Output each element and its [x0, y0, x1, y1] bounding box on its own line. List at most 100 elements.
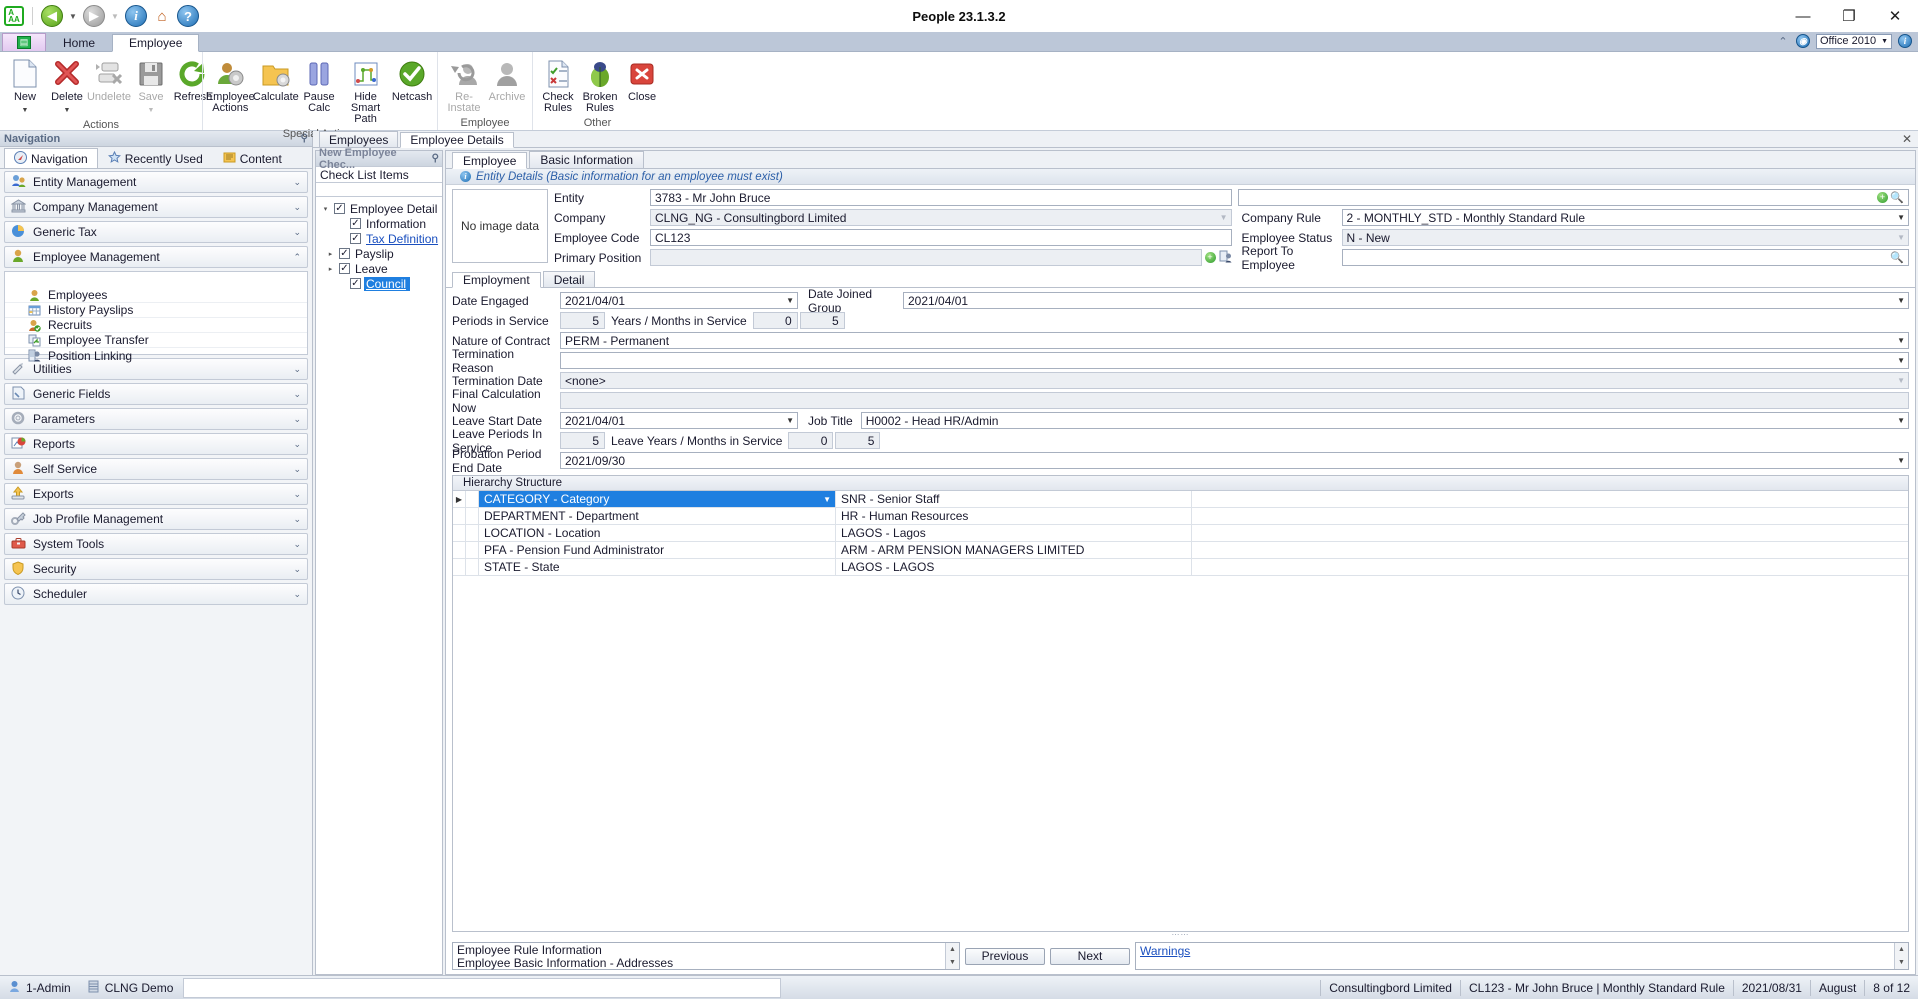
add-entity-icon[interactable]: +: [1877, 192, 1888, 203]
chevron-down-icon[interactable]: ⌄: [293, 414, 301, 425]
scroll-up-icon[interactable]: ▲: [1895, 943, 1908, 956]
checkbox[interactable]: ✓: [350, 278, 361, 289]
sidebar-item-self-service[interactable]: Self Service ⌄: [4, 458, 308, 480]
next-button[interactable]: Next: [1050, 947, 1130, 965]
chevron-down-icon[interactable]: ⌄: [293, 514, 301, 525]
scroll-down-icon[interactable]: ▼: [946, 956, 959, 969]
expander-icon[interactable]: ▾: [320, 205, 331, 213]
chevron-down-icon[interactable]: ⌄: [293, 227, 301, 238]
sidebar-item-employee-management[interactable]: Employee Management ⌃: [4, 246, 308, 268]
hide-smart-path-button[interactable]: Hide Smart Path: [340, 56, 391, 127]
date-joined-group-input[interactable]: 2021/04/01 ▼: [903, 292, 1909, 309]
doc-tab-employees[interactable]: Employees: [319, 131, 399, 147]
tab-recently-used[interactable]: Recently Used: [98, 148, 213, 168]
chevron-down-icon[interactable]: ⌄: [293, 539, 301, 550]
help-button[interactable]: ?: [177, 5, 199, 27]
sidebar-item-company-management[interactable]: Company Management ⌄: [4, 196, 308, 218]
chevron-down-icon[interactable]: ⌄: [293, 364, 301, 375]
chevron-down-icon[interactable]: ⌄: [293, 589, 301, 600]
ribbon-help-icon[interactable]: i: [1898, 34, 1912, 48]
close-icon[interactable]: ✕: [1902, 132, 1912, 146]
new-button[interactable]: New ▼: [4, 56, 46, 118]
form-tab-employee[interactable]: Employee: [452, 152, 528, 169]
broken-rules-button[interactable]: Broken Rules: [579, 56, 621, 116]
sidebar-item-recruits[interactable]: Recruits: [5, 318, 307, 333]
table-row[interactable]: PFA - Pension Fund Administrator ARM - A…: [453, 542, 1908, 559]
delete-dropdown-icon[interactable]: ▼: [64, 105, 71, 116]
chevron-down-icon[interactable]: ⌄: [293, 202, 301, 213]
checkbox[interactable]: ✓: [339, 248, 350, 259]
search-icon[interactable]: 🔍: [1890, 191, 1904, 204]
checklist-item-label[interactable]: Tax Definition: [364, 232, 438, 246]
add-position-icon[interactable]: +: [1204, 252, 1216, 263]
job-title-select[interactable]: H0002 - Head HR/Admin ▼: [860, 412, 1909, 429]
list-item[interactable]: Employee Basic Information - Addresses: [453, 956, 945, 970]
report-to-input[interactable]: 🔍: [1341, 249, 1909, 266]
list-item[interactable]: Employee Rule Information: [453, 943, 945, 957]
sidebar-item-security[interactable]: Security ⌄: [4, 558, 308, 580]
hierarchy-value[interactable]: LAGOS - Lagos: [836, 525, 1192, 541]
chevron-down-icon[interactable]: ⌄: [293, 464, 301, 475]
splitter-grip[interactable]: ⋯⋯: [446, 931, 1915, 939]
chevron-down-icon[interactable]: ⌄: [293, 439, 301, 450]
checklist-item[interactable]: ▸ ✓ Leave: [316, 261, 442, 276]
chevron-down-icon[interactable]: ⌄: [293, 564, 301, 575]
tab-home[interactable]: Home: [46, 33, 112, 51]
hierarchy-type[interactable]: CATEGORY - Category ▼: [479, 491, 836, 507]
employee-status-select[interactable]: N - New ▼: [1341, 229, 1909, 246]
table-row[interactable]: STATE - State LAGOS - LAGOS: [453, 559, 1908, 576]
message-scrollbar[interactable]: ▲ ▼: [945, 943, 959, 969]
warnings-link[interactable]: Warnings: [1140, 944, 1190, 958]
back-dropdown-icon[interactable]: ▼: [67, 12, 79, 21]
hierarchy-value[interactable]: ARM - ARM PENSION MANAGERS LIMITED: [836, 542, 1192, 558]
tab-detail[interactable]: Detail: [542, 271, 596, 287]
tab-employment[interactable]: Employment: [452, 272, 541, 288]
sidebar-item-reports[interactable]: Reports ⌄: [4, 433, 308, 455]
sidebar-item-generic-fields[interactable]: Generic Fields ⌄: [4, 383, 308, 405]
theme-icon[interactable]: ◉: [1796, 34, 1810, 48]
date-engaged-input[interactable]: 2021/04/01 ▼: [560, 292, 798, 309]
delete-button[interactable]: Delete ▼: [46, 56, 88, 118]
sidebar-item-entity-management[interactable]: Entity Management ⌄: [4, 171, 308, 193]
employee-actions-button[interactable]: Employee Actions: [206, 56, 255, 116]
tab-employee[interactable]: Employee: [112, 34, 200, 52]
file-menu-button[interactable]: ▤: [2, 33, 46, 51]
chevron-up-icon[interactable]: ⌃: [293, 252, 301, 263]
close-workspace-button[interactable]: Close: [621, 56, 663, 105]
sidebar-item-generic-tax[interactable]: Generic Tax ⌄: [4, 221, 308, 243]
probation-end-input[interactable]: 2021/09/30 ▼: [560, 452, 1909, 469]
nature-of-contract-select[interactable]: PERM - Permanent ▼: [560, 332, 1909, 349]
sidebar-item-scheduler[interactable]: Scheduler ⌄: [4, 583, 308, 605]
sidebar-item-employees[interactable]: Employees: [5, 288, 307, 303]
chevron-down-icon[interactable]: ⌄: [293, 489, 301, 500]
checklist-item[interactable]: ✓ Council: [316, 276, 442, 291]
tab-navigation[interactable]: Navigation: [4, 148, 98, 168]
termination-reason-select[interactable]: ▼: [560, 352, 1909, 369]
chevron-down-icon[interactable]: ⌄: [293, 389, 301, 400]
netcash-button[interactable]: Netcash: [391, 56, 433, 105]
sidebar-item-exports[interactable]: Exports ⌄: [4, 483, 308, 505]
form-tab-basic-information[interactable]: Basic Information: [529, 151, 645, 168]
checklist-item[interactable]: ✓ Tax Definition: [316, 231, 442, 246]
minimize-button[interactable]: —: [1780, 0, 1826, 32]
hierarchy-value[interactable]: HR - Human Resources: [836, 508, 1192, 524]
primary-position-input[interactable]: [650, 249, 1202, 266]
entity-input[interactable]: 3783 - Mr John Bruce: [650, 189, 1232, 206]
pause-calc-button[interactable]: Pause Calc: [298, 56, 340, 116]
checklist-item[interactable]: ✓ Information: [316, 216, 442, 231]
collapse-ribbon-icon[interactable]: ⌃: [1776, 34, 1790, 48]
company-rule-select[interactable]: 2 - MONTHLY_STD - Monthly Standard Rule …: [1341, 209, 1909, 226]
sidebar-item-parameters[interactable]: Parameters ⌄: [4, 408, 308, 430]
close-button[interactable]: ✕: [1872, 0, 1918, 32]
entity-lookup-input[interactable]: + 🔍: [1237, 189, 1909, 206]
hierarchy-value[interactable]: SNR - Senior Staff: [836, 491, 1192, 507]
doc-tab-employee-details[interactable]: Employee Details: [400, 132, 514, 148]
warnings-scrollbar[interactable]: ▲ ▼: [1894, 943, 1908, 969]
calculate-button[interactable]: Calculate: [253, 56, 299, 105]
table-row[interactable]: DEPARTMENT - Department HR - Human Resou…: [453, 508, 1908, 525]
checkbox[interactable]: ✓: [350, 233, 361, 244]
checklist-item[interactable]: ▾ ✓ Employee Detail: [316, 201, 442, 216]
scroll-up-icon[interactable]: ▲: [946, 943, 959, 956]
hierarchy-type[interactable]: DEPARTMENT - Department: [479, 508, 836, 524]
checkbox[interactable]: ✓: [339, 263, 350, 274]
